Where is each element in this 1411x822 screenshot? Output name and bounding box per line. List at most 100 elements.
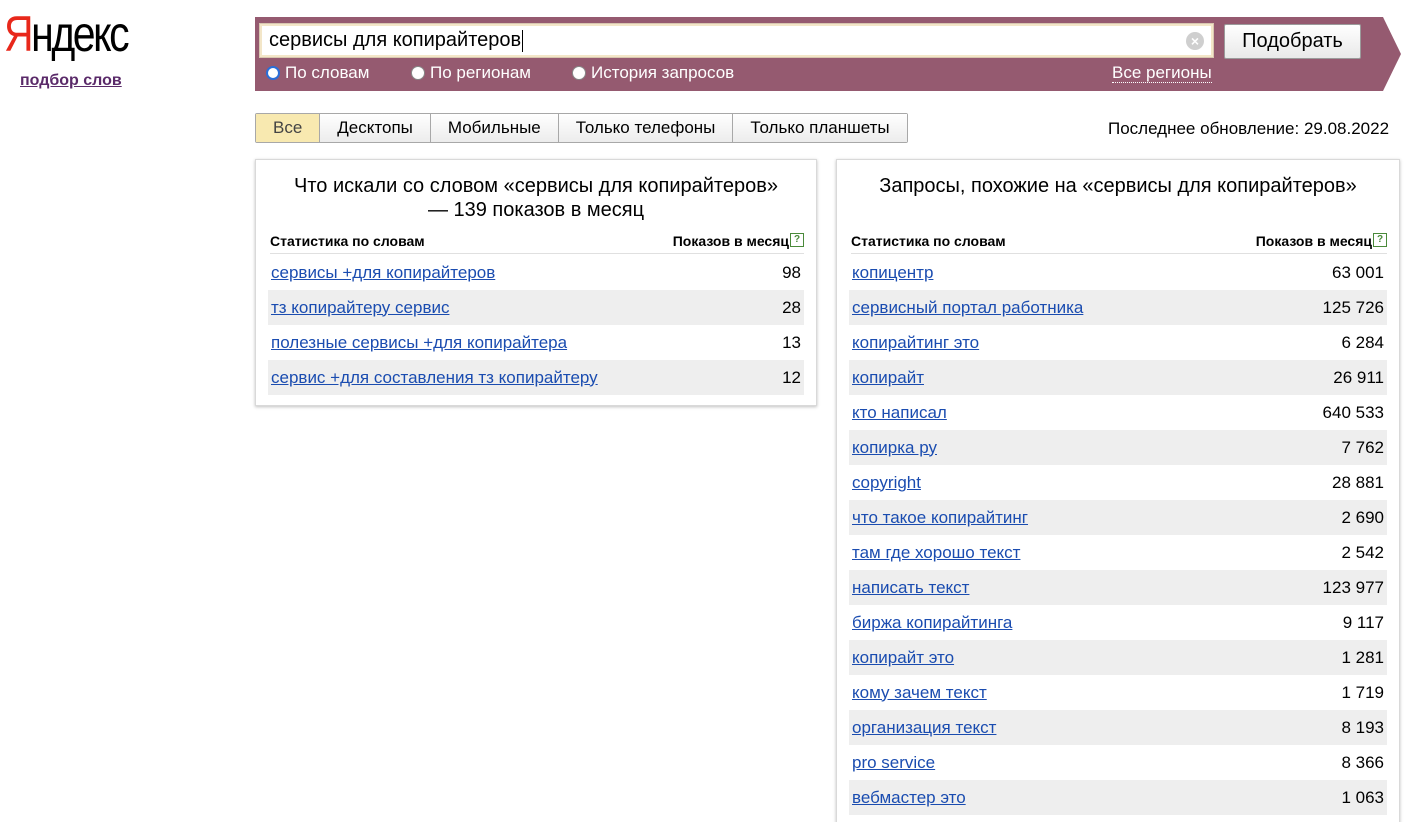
table-row: что такое копирайтинг 2 690 <box>849 500 1387 535</box>
mode-history[interactable]: История запросов <box>572 62 734 84</box>
keyword-link[interactable]: pro service <box>849 753 935 773</box>
table-row: биржа копирайтинга 9 117 <box>849 605 1387 640</box>
radio-by-words[interactable] <box>266 66 280 80</box>
impressions-count: 98 <box>782 262 801 282</box>
left-rows: сервисы +для копирайтеров 98 тз копирайтер… <box>268 255 804 395</box>
table-row: сервисы +для копирайтеров 98 <box>268 255 804 290</box>
keyword-link[interactable]: полезные сервисы +для копирайтера <box>268 333 567 353</box>
impressions-count: 123 977 <box>1322 577 1384 597</box>
keyword-link[interactable]: сервисный портал работника <box>849 298 1083 318</box>
text-caret <box>522 29 524 52</box>
impressions-count: 6 284 <box>1341 332 1384 352</box>
impressions-count: 8 366 <box>1341 752 1384 772</box>
last-update: Последнее обновление: 29.08.2022 <box>1108 119 1390 138</box>
left-col-count-label: Показов в месяц <box>672 233 789 249</box>
keyword-link[interactable]: написать текст <box>849 578 969 598</box>
impressions-count: 1 063 <box>1341 787 1384 807</box>
right-col-words: Статистика по словам <box>851 233 1006 249</box>
keyword-link[interactable]: кому зачем текст <box>849 683 987 703</box>
keyword-link[interactable]: копицентр <box>849 263 933 283</box>
mode-by-regions[interactable]: По регионам <box>411 62 531 84</box>
radio-by-regions[interactable] <box>411 66 425 80</box>
table-row: полезные сервисы +для копирайтера 13 <box>268 325 804 360</box>
right-stats-header: Статистика по словам Показов в месяц? <box>851 233 1387 254</box>
impressions-count: 1 719 <box>1341 682 1384 702</box>
tab-phones-only[interactable]: Только телефоны <box>557 114 733 142</box>
logo-first-letter: Я <box>4 6 34 62</box>
help-icon[interactable]: ? <box>790 233 804 247</box>
keyword-link[interactable]: тз копирайтеру сервис <box>268 298 449 318</box>
table-row: написать текст 123 977 <box>849 570 1387 605</box>
mode-by-regions-label: По регионам <box>430 63 531 82</box>
keyword-link[interactable]: кто написал <box>849 403 947 423</box>
impressions-count: 7 762 <box>1341 437 1384 457</box>
keyword-link[interactable]: биржа копирайтинга <box>849 613 1012 633</box>
table-row: сервис +для составления тз копирайтеру 12 <box>268 360 804 395</box>
search-input[interactable]: сервисы для копирайтеров <box>259 23 1214 58</box>
all-regions-link[interactable]: Все регионы <box>1112 63 1212 83</box>
table-row: вебмастер это 1 063 <box>849 780 1387 815</box>
tab-mobile[interactable]: Мобильные <box>429 114 558 142</box>
keyword-link[interactable]: сервис +для составления тз копирайтеру <box>268 368 598 388</box>
impressions-count: 28 <box>782 297 801 317</box>
impressions-count: 12 <box>782 367 801 387</box>
tab-all[interactable]: Все <box>256 114 320 142</box>
impressions-count: 26 911 <box>1333 367 1384 387</box>
impressions-count: 2 542 <box>1341 542 1384 562</box>
table-row: копирайтинг это 6 284 <box>849 325 1387 360</box>
left-stats-header: Статистика по словам Показов в месяц? <box>270 233 804 254</box>
impressions-count: 9 117 <box>1342 612 1384 632</box>
search-band-arrow <box>1383 17 1401 91</box>
table-row: копирка ру 7 762 <box>849 430 1387 465</box>
search-query-text: сервисы для копирайтеров <box>269 29 522 51</box>
keyword-link[interactable]: сервисы +для копирайтеров <box>268 263 495 283</box>
mode-by-words-label: По словам <box>285 63 370 82</box>
table-row: копицентр 63 001 <box>849 255 1387 290</box>
mode-history-label: История запросов <box>591 63 735 82</box>
impressions-count: 640 533 <box>1322 402 1384 422</box>
keyword-link[interactable]: copyright <box>849 473 921 493</box>
keyword-link[interactable]: вебмастер это <box>849 788 966 808</box>
submit-button[interactable]: Подобрать <box>1224 24 1361 59</box>
impressions-count: 1 281 <box>1341 647 1384 667</box>
keyword-link[interactable]: копирайтинг это <box>849 333 979 353</box>
impressions-count: 8 193 <box>1341 717 1384 737</box>
impressions-count: 2 690 <box>1341 507 1384 527</box>
tab-desktops[interactable]: Десктопы <box>319 114 430 142</box>
help-icon[interactable]: ? <box>1373 233 1387 247</box>
logo-rest: ндекс <box>31 6 129 62</box>
mode-by-words[interactable]: По словам <box>266 62 369 84</box>
clear-icon[interactable]: × <box>1186 32 1204 50</box>
tab-tablets-only[interactable]: Только планшеты <box>732 114 907 142</box>
impressions-count: 63 001 <box>1332 262 1384 282</box>
radio-history[interactable] <box>572 66 586 80</box>
table-row: copyright 28 881 <box>849 465 1387 500</box>
right-col-count-label: Показов в месяц <box>1255 233 1372 249</box>
keyword-link[interactable]: там где хорошо текст <box>849 543 1020 563</box>
left-results-panel: Что искали со словом «сервисы для копира… <box>255 159 817 406</box>
logo-subtitle-link[interactable]: подбор слов <box>20 72 122 90</box>
right-panel-title: Запросы, похожие на «сервисы для копирай… <box>879 175 1357 197</box>
impressions-count: 125 726 <box>1322 297 1384 317</box>
device-tabs: Все Десктопы Мобильные Только телефоны Т… <box>255 113 908 143</box>
right-rows: копицентр 63 001 сервисный портал работник… <box>849 255 1387 815</box>
table-row: сервисный портал работника 125 726 <box>849 290 1387 325</box>
keyword-link[interactable]: копирайт <box>849 368 924 388</box>
keyword-link[interactable]: что такое копирайтинг <box>849 508 1028 528</box>
table-row: pro service 8 366 <box>849 745 1387 780</box>
keyword-link[interactable]: копирайт это <box>849 648 954 668</box>
keyword-link[interactable]: организация текст <box>849 718 996 738</box>
impressions-count: 28 881 <box>1332 472 1384 492</box>
impressions-count: 13 <box>782 332 801 352</box>
table-row: тз копирайтеру сервис 28 <box>268 290 804 325</box>
keyword-link[interactable]: копирка ру <box>849 438 937 458</box>
yandex-logo[interactable]: Яндекс <box>4 6 130 62</box>
table-row: копирайт 26 911 <box>849 360 1387 395</box>
table-row: организация текст 8 193 <box>849 710 1387 745</box>
left-col-count: Показов в месяц? <box>673 233 804 249</box>
table-row: там где хорошо текст 2 542 <box>849 535 1387 570</box>
left-panel-title: Что искали со словом «сервисы для копира… <box>294 175 778 221</box>
table-row: кому зачем текст 1 719 <box>849 675 1387 710</box>
right-results-panel: Запросы, похожие на «сервисы для копирай… <box>836 159 1400 822</box>
right-col-count: Показов в месяц? <box>1256 233 1387 249</box>
